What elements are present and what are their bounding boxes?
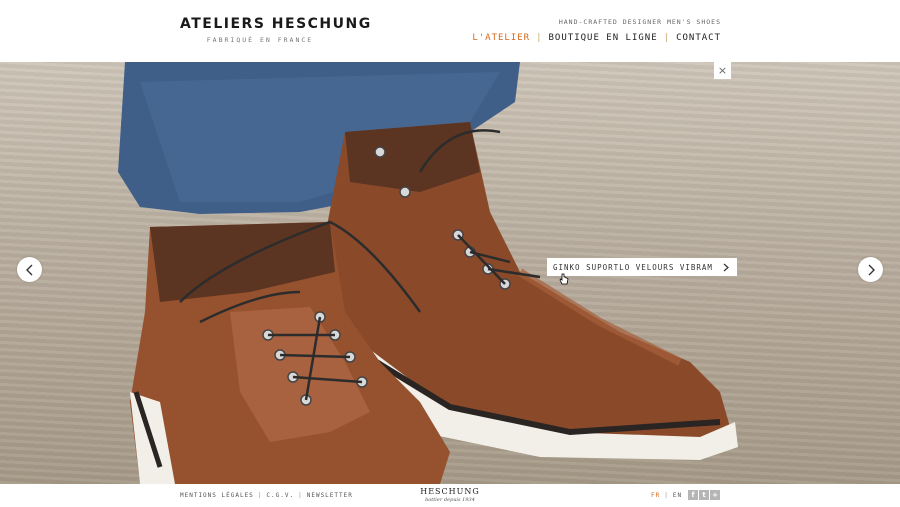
chevron-right-icon	[868, 264, 875, 275]
close-button[interactable]: ×	[714, 62, 731, 79]
hand-cursor-icon	[559, 273, 569, 285]
nav-item-contact[interactable]: CONTACT	[676, 33, 721, 43]
footer-separator: |	[257, 492, 263, 499]
logo-title[interactable]: ATELIERS HESCHUNG	[180, 16, 370, 32]
lang-en[interactable]: EN	[673, 492, 682, 499]
footer-logo[interactable]: HESCHUNG bottier depuis 1934	[410, 487, 490, 503]
main-nav: L'ATELIER | BOUTIQUE EN LIGNE | CONTACT	[472, 33, 721, 43]
nav-separator: |	[536, 33, 543, 43]
footer-separator: |	[298, 492, 303, 499]
site-footer: MENTIONS LÉGALES | C.G.V. | NEWSLETTER H…	[0, 484, 900, 507]
chevron-left-icon	[25, 264, 32, 275]
previous-slide-button[interactable]	[17, 257, 42, 282]
next-slide-button[interactable]	[858, 257, 883, 282]
nav-item-atelier[interactable]: L'ATELIER	[472, 33, 530, 43]
lang-fr[interactable]: FR	[651, 492, 660, 499]
product-tag-link[interactable]: GINKO SUPORTLO VELOURS VIBRAM	[547, 258, 737, 276]
hero-slideshow: × GINKO SUPORTLO VELOURS VIBRAM	[0, 62, 900, 484]
lang-separator: |	[664, 492, 669, 499]
footer-link-newsletter[interactable]: NEWSLETTER	[307, 492, 353, 499]
language-switcher: FR | EN	[651, 492, 682, 499]
tagline: HAND-CRAFTED DESIGNER MEN'S SHOES	[558, 18, 721, 26]
footer-link-mentions[interactable]: MENTIONS LÉGALES	[180, 492, 254, 499]
social-links: f t +	[688, 490, 720, 500]
twitter-icon[interactable]: t	[699, 490, 709, 500]
footer-links: MENTIONS LÉGALES | C.G.V. | NEWSLETTER	[180, 492, 353, 499]
footer-logo-title: HESCHUNG	[420, 487, 480, 496]
google-plus-icon[interactable]: +	[710, 490, 720, 500]
logo[interactable]: ATELIERS HESCHUNG FABRIQUÉ EN FRANCE	[180, 16, 370, 44]
site-header: ATELIERS HESCHUNG FABRIQUÉ EN FRANCE HAN…	[0, 0, 900, 62]
nav-item-boutique[interactable]: BOUTIQUE EN LIGNE	[549, 33, 658, 43]
footer-link-cgv[interactable]: C.G.V.	[266, 492, 294, 499]
product-tag-label: GINKO SUPORTLO VELOURS VIBRAM	[553, 262, 713, 272]
facebook-icon[interactable]: f	[688, 490, 698, 500]
hero-image	[118, 62, 738, 484]
logo-subtitle: FABRIQUÉ EN FRANCE	[206, 36, 314, 44]
chevron-right-icon	[723, 263, 729, 272]
footer-logo-subtitle: bottier depuis 1934	[425, 497, 475, 503]
nav-separator: |	[663, 33, 671, 43]
